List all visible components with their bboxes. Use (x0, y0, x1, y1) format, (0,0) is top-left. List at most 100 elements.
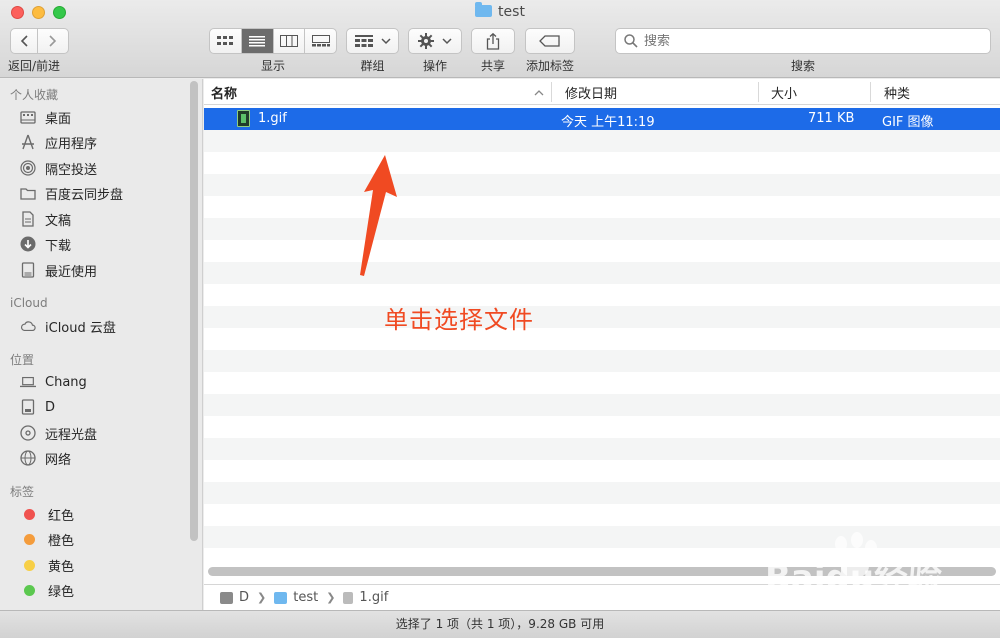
empty-row (204, 460, 1000, 482)
add-tag-button[interactable] (525, 28, 575, 54)
gallery-view-button[interactable] (305, 29, 336, 53)
sidebar-item-icloud-drive[interactable]: iCloud 云盘 (20, 315, 190, 337)
yellow-tag-dot-icon (24, 559, 35, 571)
action-label: 操作 (422, 59, 447, 73)
share-label: 共享 (480, 59, 505, 73)
sidebar-item-label: D (45, 399, 56, 415)
list-view-button[interactable] (241, 29, 274, 53)
sidebar-item-label: 黄色 (48, 559, 75, 575)
recents-icon (20, 262, 36, 278)
sidebar-item-tag-orange[interactable]: 橙色 (20, 528, 190, 550)
sidebar-item-tag-green[interactable]: 绿色 (20, 579, 190, 601)
column-separator[interactable] (870, 82, 871, 102)
sidebar-item-label: 红色 (48, 508, 75, 524)
laptop-icon (20, 374, 36, 390)
empty-row (204, 174, 1000, 196)
red-tag-dot-icon (24, 508, 35, 520)
empty-row (204, 394, 1000, 416)
search-label: 搜索 (790, 59, 815, 73)
chevron-down-icon (442, 37, 452, 44)
sidebar-item-remote-disc[interactable]: 远程光盘 (20, 422, 190, 444)
sidebar-item-label: 远程光盘 (45, 427, 98, 443)
network-icon (20, 450, 36, 466)
sidebar-item-downloads[interactable]: 下载 (20, 233, 190, 255)
search-input[interactable] (644, 33, 974, 49)
gif-file-icon (343, 591, 354, 604)
watermark-brand: Baidu经验 (765, 558, 943, 598)
column-header-kind[interactable]: 种类 (884, 83, 910, 102)
file-name: 1.gif (258, 111, 287, 126)
disk-icon (20, 399, 36, 415)
view-label: 显示 (260, 59, 285, 73)
share-icon (486, 32, 500, 50)
sidebar-item-airdrop[interactable]: 隔空投送 (20, 157, 190, 179)
sidebar-item-label: 下载 (45, 238, 72, 254)
path-item-test[interactable]: test (293, 590, 318, 605)
file-row[interactable]: 1.gif 今天 上午11:19 711 KB GIF 图像 (204, 108, 1000, 130)
green-tag-dot-icon (24, 584, 35, 596)
empty-row (204, 328, 1000, 350)
baidu-watermark: Baidu经验 jingyan.baidu.com (745, 532, 990, 622)
sidebar-item-label: 隔空投送 (45, 162, 98, 178)
tag-icon (539, 35, 560, 47)
sidebar-item-tag-yellow[interactable]: 黄色 (20, 554, 190, 576)
forward-button[interactable] (37, 28, 69, 54)
desktop-icon (20, 109, 36, 125)
column-view-button[interactable] (274, 29, 306, 53)
orange-tag-dot-icon (24, 533, 35, 545)
optical-disc-icon (20, 425, 36, 441)
status-bar: 选择了 1 项（共 1 项），9.28 GB 可用 (0, 610, 1000, 638)
airdrop-icon (20, 160, 36, 176)
action-button[interactable] (408, 28, 462, 54)
column-separator[interactable] (551, 82, 552, 102)
sidebar-scrollbar[interactable] (190, 81, 198, 541)
back-button[interactable] (10, 28, 38, 54)
empty-row (204, 416, 1000, 438)
column-header-name[interactable]: 名称 (211, 83, 237, 102)
file-size: 711 KB (808, 111, 855, 126)
sidebar-item-network[interactable]: 网络 (20, 447, 190, 469)
annotation-text: 单击选择文件 (384, 306, 534, 334)
sidebar-item-label: iCloud 云盘 (45, 320, 116, 336)
empty-row (204, 196, 1000, 218)
path-item-file[interactable]: 1.gif (359, 590, 388, 605)
column-header-size[interactable]: 大小 (771, 83, 797, 102)
empty-row (204, 306, 1000, 328)
search-field[interactable] (615, 28, 991, 54)
sidebar-item-label: 橙色 (48, 533, 75, 549)
sidebar-item-recents[interactable]: 最近使用 (20, 259, 190, 281)
group-button[interactable] (346, 28, 399, 54)
sidebar-item-label: 桌面 (45, 111, 72, 127)
share-button[interactable] (471, 28, 515, 54)
sort-chevron-up-icon (534, 90, 544, 96)
sidebar-item-chang[interactable]: Chang (20, 371, 190, 393)
sidebar-item-desktop[interactable]: 桌面 (20, 106, 190, 128)
sidebar-item-tag-red[interactable]: 红色 (20, 503, 190, 525)
empty-row (204, 284, 1000, 306)
empty-row (204, 152, 1000, 174)
path-item-d[interactable]: D (239, 590, 249, 605)
window-title: test (0, 2, 1000, 20)
chevron-right-icon: ❯ (257, 591, 267, 604)
view-mode-segmented-control[interactable] (209, 28, 337, 54)
column-separator[interactable] (758, 82, 759, 102)
file-rows: 1.gif 今天 上午11:19 711 KB GIF 图像 (204, 108, 1000, 568)
download-icon (20, 236, 36, 252)
document-icon (20, 211, 36, 227)
sidebar-item-label: 最近使用 (45, 264, 98, 280)
sidebar-item-applications[interactable]: 应用程序 (20, 131, 190, 153)
chevron-left-icon (20, 35, 28, 47)
sidebar-item-baidu-sync[interactable]: 百度云同步盘 (20, 182, 190, 204)
sidebar-item-label: 文稿 (45, 213, 72, 229)
column-header-modified[interactable]: 修改日期 (565, 83, 617, 102)
list-icon (249, 36, 266, 47)
chevron-right-icon (49, 35, 57, 47)
icon-view-button[interactable] (210, 29, 242, 53)
empty-row (204, 240, 1000, 262)
columns-icon (279, 35, 298, 47)
sidebar-section-tags: 标签 (10, 485, 35, 499)
sidebar-section-locations: 位置 (10, 353, 35, 367)
sidebar-item-documents[interactable]: 文稿 (20, 208, 190, 230)
sidebar-item-d[interactable]: D (20, 396, 190, 418)
folder-icon (475, 2, 493, 17)
